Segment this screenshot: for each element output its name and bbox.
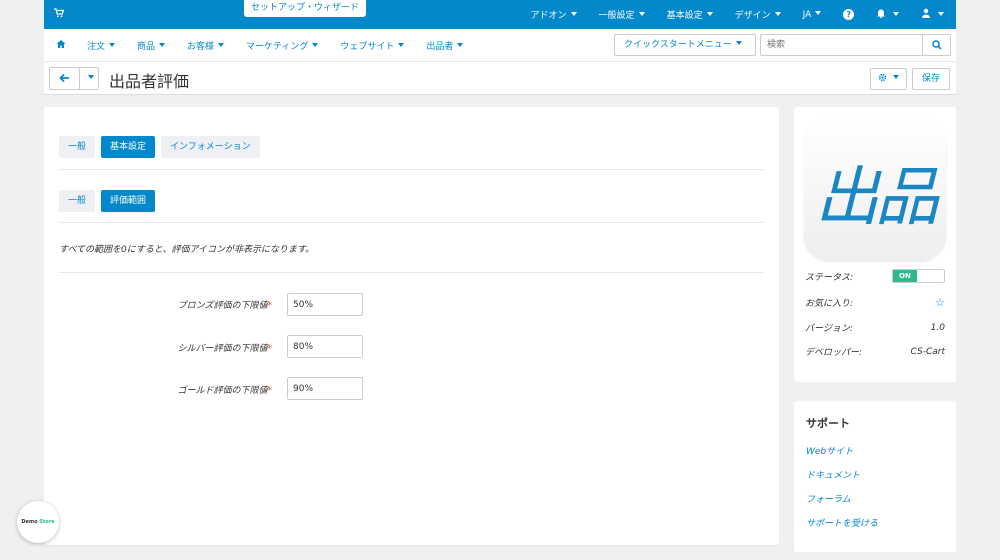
quickstart-menu-button[interactable]: クイックスタートメニュー — [614, 34, 756, 56]
star-icon[interactable]: ☆ — [935, 296, 945, 309]
notice-text: すべての範囲を0にすると、評価アイコンが非表示になります。 — [59, 245, 315, 255]
status-label: ステータス: — [805, 272, 854, 283]
page-title: 出品者評価 — [109, 72, 190, 91]
tab-information[interactable]: インフォメーション — [161, 136, 260, 158]
main-panel: 一般 基本設定 インフォメーション 一般 評価範囲 すべての範囲を0にすると、評… — [44, 107, 779, 545]
menu-customers[interactable]: お客様 — [187, 39, 224, 52]
sub-tabs: 一般 評価範囲 — [59, 190, 156, 212]
developer-row: デベロッパー: CS-Cart — [805, 345, 945, 359]
menu-marketing[interactable]: マーケティング — [246, 39, 318, 52]
favorite-row: お気に入り: ☆ — [805, 296, 945, 309]
main-nav-bar: 注文 商品 お客様 マーケティング ウェブサイト 出品者 クイックスタートメニュ… — [44, 29, 956, 62]
search-button[interactable] — [923, 34, 951, 56]
version-label: バージョン: — [805, 324, 853, 334]
support-link-get-support[interactable]: サポートを受ける — [806, 516, 878, 529]
help-icon[interactable]: ? — [843, 9, 855, 20]
topnav-design[interactable]: デザイン — [735, 8, 781, 21]
back-button[interactable] — [50, 68, 80, 89]
back-button-group — [49, 67, 99, 90]
support-link-docs[interactable]: ドキュメント — [806, 468, 860, 481]
cart-icon[interactable] — [54, 8, 65, 21]
menu-orders[interactable]: 注文 — [87, 39, 115, 52]
support-link-forum[interactable]: フォーラム — [806, 492, 851, 505]
divider — [59, 272, 764, 273]
title-bar: 出品者評価 保存 — [44, 62, 956, 95]
search-icon — [932, 40, 942, 50]
addon-logo: 出品 — [804, 119, 946, 261]
version-row: バージョン: 1.0 — [805, 321, 945, 335]
back-dropdown-button[interactable] — [80, 68, 98, 89]
main-menu: 注文 商品 お客様 マーケティング ウェブサイト 出品者 — [87, 29, 463, 62]
tab-general[interactable]: 一般 — [59, 136, 96, 158]
bell-icon[interactable] — [876, 8, 899, 21]
menu-products[interactable]: 商品 — [137, 39, 165, 52]
topnav-general-settings[interactable]: 一般設定 — [599, 8, 645, 21]
topnav-basic-settings[interactable]: 基本設定 — [667, 8, 713, 21]
settings-dropdown-button[interactable] — [870, 68, 907, 90]
menu-website[interactable]: ウェブサイト — [340, 39, 404, 52]
subtab-general[interactable]: 一般 — [59, 190, 96, 212]
tab-basic-settings[interactable]: 基本設定 — [101, 136, 156, 158]
demo-store-badge[interactable]: Demo Store — [17, 501, 59, 543]
top-nav: アドオン 一般設定 基本設定 デザイン JA ? — [531, 0, 944, 29]
gold-threshold-input[interactable] — [287, 377, 363, 400]
divider — [59, 169, 764, 170]
home-icon[interactable] — [56, 39, 66, 52]
gear-icon — [878, 73, 886, 82]
silver-threshold-input[interactable] — [287, 335, 363, 358]
search-input[interactable] — [760, 34, 923, 56]
subtab-rating-range[interactable]: 評価範囲 — [101, 190, 156, 212]
status-toggle[interactable]: ON — [892, 269, 945, 283]
main-tabs: 一般 基本設定 インフォメーション — [59, 136, 260, 158]
setup-wizard-button[interactable]: セットアップ・ウィザード — [244, 0, 367, 17]
support-panel: サポート Webサイト ドキュメント フォーラム サポートを受ける — [794, 401, 956, 552]
addon-info-panel: 出品 ステータス: ON お気に入り: ☆ バージョン: 1.0 デベロッパー:… — [794, 107, 956, 382]
top-bar: セットアップ・ウィザード アドオン 一般設定 基本設定 デザイン JA ? — [44, 0, 956, 29]
bronze-label: ブロンズ評価の下限値* — [177, 301, 272, 311]
version-value: 1.0 — [930, 322, 945, 333]
support-link-website[interactable]: Webサイト — [806, 444, 853, 457]
status-row: ステータス: ON — [805, 269, 945, 283]
support-title: サポート — [806, 417, 850, 430]
developer-value: CS-Cart — [910, 346, 945, 357]
save-button[interactable]: 保存 — [912, 68, 950, 90]
gold-label: ゴールド評価の下限値* — [177, 386, 272, 396]
divider — [59, 222, 764, 223]
bronze-threshold-input[interactable] — [287, 293, 363, 316]
user-icon[interactable] — [921, 8, 944, 21]
topnav-addons[interactable]: アドオン — [531, 8, 577, 21]
arrow-left-icon — [59, 73, 69, 83]
favorite-label: お気に入り: — [805, 299, 854, 309]
silver-label: シルバー評価の下限値* — [177, 344, 272, 354]
topnav-language[interactable]: JA — [803, 10, 822, 20]
menu-vendors[interactable]: 出品者 — [426, 39, 463, 52]
developer-label: デベロッパー: — [805, 348, 863, 358]
